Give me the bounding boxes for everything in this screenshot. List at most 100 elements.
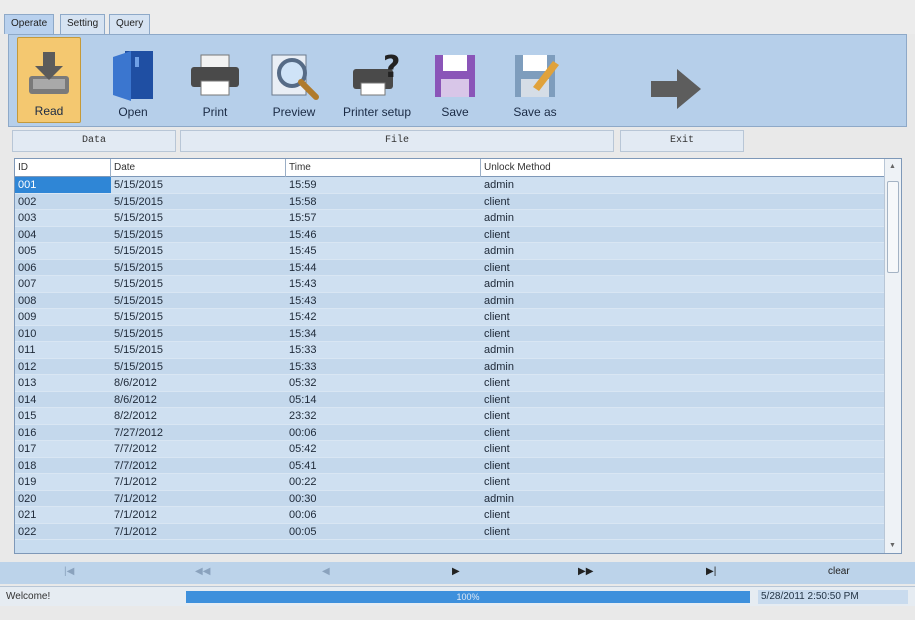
table-row[interactable]: 021 7/1/2012 00:06 client [15, 507, 885, 524]
open-door-icon [113, 51, 153, 101]
toolbar: Read Open Print Preview ? Printer setup … [8, 34, 907, 127]
last-record-button[interactable]: ▶| [706, 566, 716, 577]
table-row[interactable]: 006 5/15/2015 15:44 client [15, 259, 885, 276]
table-row[interactable]: 009 5/15/2015 15:42 client [15, 309, 885, 326]
cell-time: 15:46 [289, 228, 317, 241]
table-row[interactable]: 010 5/15/2015 15:34 client [15, 325, 885, 342]
scroll-up-icon[interactable]: ▲ [889, 163, 896, 170]
cell-id: 003 [18, 212, 37, 224]
table-row[interactable]: 001 5/15/2015 15:59 admin [15, 177, 885, 194]
cell-unlock-method: client [484, 509, 510, 521]
next-page-button[interactable]: ▶▶ [578, 566, 593, 577]
floppy-disk-icon [435, 55, 475, 97]
cell-date: 8/6/2012 [114, 393, 157, 406]
save-button[interactable]: Save [427, 37, 483, 123]
table-row[interactable]: 016 7/27/2012 00:06 client [15, 424, 885, 441]
table-row[interactable]: 022 7/1/2012 00:05 client [15, 523, 885, 540]
previous-record-button[interactable]: ◀ [322, 566, 330, 577]
cell-time: 15:43 [289, 294, 317, 307]
cell-id: 017 [18, 443, 37, 455]
tab-operate[interactable]: Operate [4, 14, 55, 34]
cell-time: 15:58 [289, 195, 317, 208]
cell-unlock-method: client [484, 476, 510, 488]
cell-time: 15:59 [289, 179, 317, 191]
table-row[interactable]: 005 5/15/2015 15:45 admin [15, 243, 885, 260]
tab-setting[interactable]: Setting [60, 14, 106, 34]
table-row[interactable]: 013 8/6/2012 05:32 client [15, 375, 885, 392]
cell-id: 010 [18, 327, 37, 340]
cell-time: 15:43 [289, 278, 317, 290]
table-row[interactable]: 003 5/15/2015 15:57 admin [15, 210, 885, 227]
cell-unlock-method: admin [484, 179, 514, 191]
table-row[interactable]: 017 7/7/2012 05:42 client [15, 441, 885, 458]
cell-id: 016 [18, 426, 37, 439]
vertical-scrollbar[interactable]: ▲ ▼ [884, 159, 901, 553]
cell-date: 7/1/2012 [114, 492, 157, 505]
cell-id: 008 [18, 294, 37, 307]
previous-page-button[interactable]: ◀◀ [195, 566, 210, 577]
table-row[interactable]: 004 5/15/2015 15:46 client [15, 226, 885, 243]
table-row[interactable]: 015 8/2/2012 23:32 client [15, 408, 885, 425]
table-row[interactable]: 018 7/7/2012 05:41 client [15, 457, 885, 474]
first-record-button[interactable]: |◀ [64, 566, 74, 577]
progress-bar: 100% [186, 591, 750, 603]
cell-time: 15:45 [289, 245, 317, 257]
cell-id: 007 [18, 278, 37, 290]
open-button[interactable]: Open [101, 37, 165, 123]
toolbar-groups: Data File Exit [8, 130, 907, 152]
cell-id: 012 [18, 360, 37, 373]
table-row[interactable]: 020 7/1/2012 00:30 admin [15, 490, 885, 507]
table-row[interactable]: 007 5/15/2015 15:43 admin [15, 276, 885, 293]
save-label: Save [441, 105, 469, 119]
table-row[interactable]: 011 5/15/2015 15:33 admin [15, 342, 885, 359]
status-message: Welcome! [6, 591, 51, 602]
column-header-id[interactable]: ID [15, 159, 111, 177]
record-navigation: |◀ ◀◀ ◀ ▶ ▶▶ ▶| clear [0, 562, 915, 584]
cell-date: 5/15/2015 [114, 261, 163, 274]
column-header-date[interactable]: Date [111, 159, 286, 177]
save-as-button[interactable]: Save as [503, 37, 567, 123]
cell-date: 7/1/2012 [114, 509, 157, 521]
cell-id: 021 [18, 509, 37, 521]
cell-time: 00:05 [289, 525, 317, 538]
tab-query[interactable]: Query [109, 14, 151, 34]
print-label: Print [202, 105, 228, 119]
cell-date: 7/7/2012 [114, 443, 157, 455]
table-row[interactable]: 002 5/15/2015 15:58 client [15, 193, 885, 210]
cell-date: 7/7/2012 [114, 459, 157, 472]
print-button[interactable]: Print [185, 37, 245, 123]
column-header-unlock-method[interactable]: Unlock Method [481, 159, 885, 177]
cell-time: 05:32 [289, 377, 317, 389]
cell-date: 5/15/2015 [114, 179, 163, 191]
cell-time: 00:06 [289, 509, 317, 521]
cell-time: 15:42 [289, 311, 317, 323]
exit-button[interactable] [635, 37, 715, 123]
table-row[interactable]: 008 5/15/2015 15:43 admin [15, 292, 885, 309]
cell-id: 022 [18, 525, 37, 538]
table-row[interactable]: 014 8/6/2012 05:14 client [15, 391, 885, 408]
read-button[interactable]: Read [17, 37, 81, 123]
scrollbar-thumb[interactable] [887, 181, 899, 273]
table-row[interactable]: 012 5/15/2015 15:33 admin [15, 358, 885, 375]
cell-unlock-method: client [484, 459, 510, 472]
next-record-button[interactable]: ▶ [452, 566, 460, 577]
cell-id: 006 [18, 261, 37, 274]
printer-setup-button[interactable]: ? Printer setup [337, 37, 417, 123]
cell-date: 5/15/2015 [114, 228, 163, 241]
cell-unlock-method: client [484, 261, 510, 274]
cell-date: 7/1/2012 [114, 476, 157, 488]
group-exit-label: Exit [620, 130, 744, 152]
preview-button[interactable]: Preview [261, 37, 327, 123]
cell-unlock-method: client [484, 426, 510, 439]
cell-time: 15:33 [289, 344, 317, 356]
cell-date: 5/15/2015 [114, 311, 163, 323]
group-file-label: File [180, 130, 614, 152]
cell-unlock-method: client [484, 393, 510, 406]
clear-button[interactable]: clear [828, 566, 850, 577]
scroll-down-icon[interactable]: ▼ [889, 542, 896, 549]
column-header-time[interactable]: Time [286, 159, 481, 177]
table-row[interactable]: 019 7/1/2012 00:22 client [15, 474, 885, 491]
records-table[interactable]: ID Date Time Unlock Method 001 5/15/2015 1… [14, 158, 902, 554]
cell-time: 00:22 [289, 476, 317, 488]
cell-unlock-method: admin [484, 360, 514, 373]
